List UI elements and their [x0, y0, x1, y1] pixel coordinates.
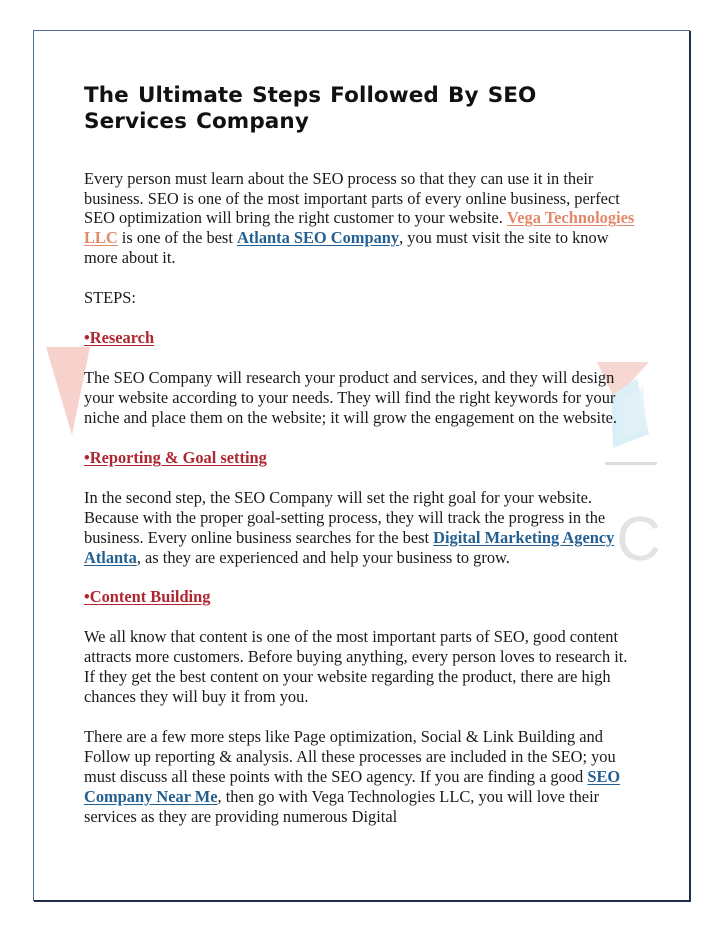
document-content: The Ultimate Steps Followed By SEO Servi…: [84, 83, 636, 827]
steps-label: STEPS:: [84, 288, 136, 308]
closing-paragraph: There are a few more steps like Page opt…: [84, 727, 636, 827]
link-atlanta-seo-company[interactable]: Atlanta SEO Company: [237, 228, 399, 247]
closing-text-part-1: There are a few more steps like Page opt…: [84, 727, 616, 786]
section-heading-reporting-goal-setting[interactable]: •Reporting & Goal setting: [84, 448, 636, 468]
intro-paragraph: Every person must learn about the SEO pr…: [84, 169, 636, 269]
intro-text-part-2: is one of the best: [117, 228, 237, 248]
section-body-research: The SEO Company will research your produ…: [84, 368, 617, 427]
section-body-content-building: We all know that content is one of the m…: [84, 627, 628, 707]
section-body-reporting-goal-setting: In the second step, the SEO Company will…: [84, 488, 636, 568]
page-title: The Ultimate Steps Followed By SEO Servi…: [84, 83, 537, 134]
section-heading-content-building[interactable]: •Content Building: [84, 587, 636, 607]
section-heading-research[interactable]: •Research: [84, 328, 636, 348]
reporting-text-part-2: , as they are experienced and help your …: [136, 547, 510, 567]
document-page: C The Ultimate Steps Followed By SEO Ser…: [33, 30, 690, 901]
